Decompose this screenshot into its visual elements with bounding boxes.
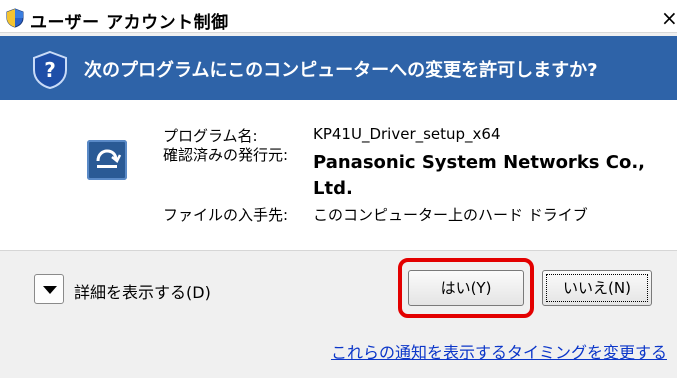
notification-settings-link[interactable]: これらの通知を表示するタイミングを変更する <box>331 339 667 363</box>
file-origin-label: ファイルの入手先: <box>163 206 289 224</box>
program-name-label: プログラム名: <box>163 127 258 145</box>
no-button[interactable]: いいえ(N) <box>542 270 652 306</box>
details-label[interactable]: 詳細を表示する(D) <box>74 279 211 303</box>
question-banner: ? 次のプログラムにこのコンピューターへの変更を許可しますか? <box>0 36 677 100</box>
publisher-value: Panasonic System Networks Co., <box>313 152 646 173</box>
file-origin-value: このコンピューター上のハード ドライブ <box>313 206 588 224</box>
uac-shield-icon <box>6 8 24 28</box>
details-toggle-button[interactable] <box>34 274 64 304</box>
yes-highlight-box <box>398 258 534 318</box>
window-title: ユーザー アカウント制御 <box>30 13 229 33</box>
installer-app-icon <box>87 140 127 180</box>
chevron-down-icon <box>43 286 57 294</box>
question-shield-icon: ? <box>33 50 67 90</box>
uac-dialog: ユーザー アカウント制御 × ? 次のプログラムにこのコンピューターへの変更を許… <box>0 0 677 378</box>
title-bar: ユーザー アカウント制御 × <box>0 0 677 33</box>
close-button[interactable]: × <box>661 8 677 28</box>
program-name-value: KP41U_Driver_setup_x64 <box>313 125 501 143</box>
publisher-value-cont: Ltd. <box>313 178 353 199</box>
prompt-question: 次のプログラムにこのコンピューターへの変更を許可しますか? <box>84 60 598 81</box>
svg-text:?: ? <box>44 58 56 82</box>
publisher-label: 確認済みの発行元: <box>163 146 289 164</box>
